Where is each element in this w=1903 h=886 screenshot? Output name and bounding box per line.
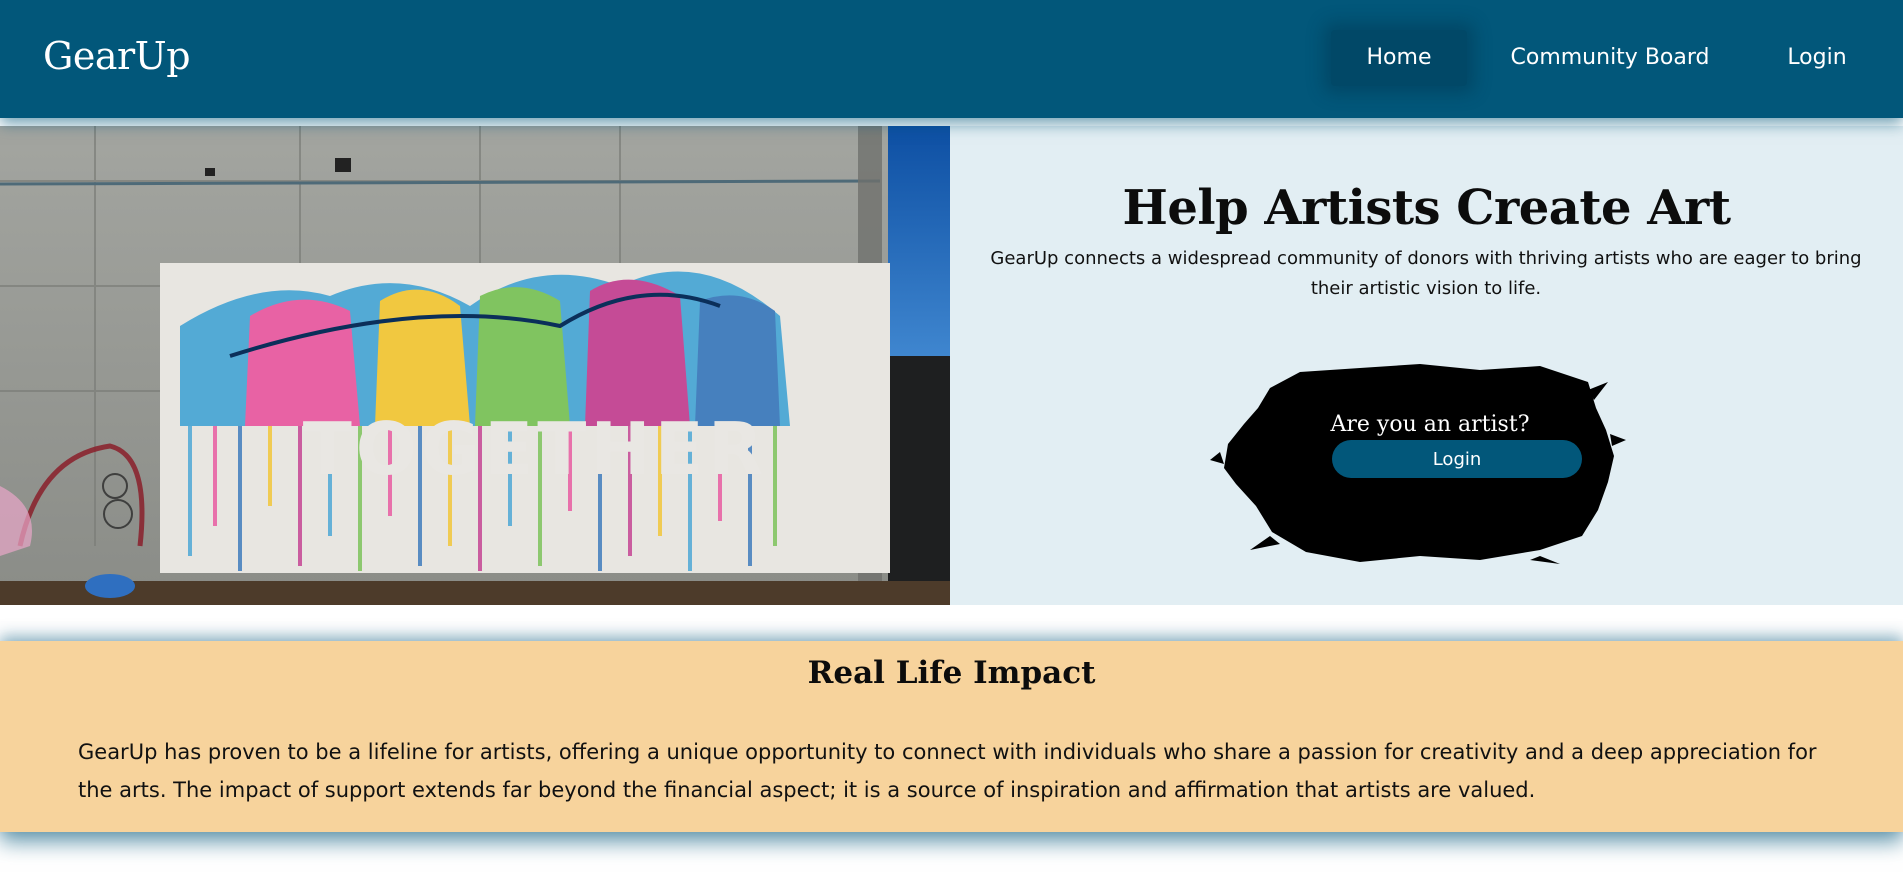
nav-home-link[interactable]: Home [1331,30,1467,86]
impact-title: Real Life Impact [807,655,1096,691]
mural-text: TOGETHER [303,407,768,491]
hero-title: Help Artists Create Art [1122,180,1731,236]
hero-description: GearUp connects a widespread community o… [990,248,1862,299]
impact-section: Real Life Impact GearUp has proven to be… [0,641,1903,832]
hero-mural-image: TOGETHER [0,126,950,605]
hero-panel: Help Artists Create Art GearUp connects … [950,126,1903,605]
artist-login-button[interactable]: Login [1332,440,1582,478]
nav-login-link[interactable]: Login [1773,30,1861,86]
artist-prompt: Are you an artist? [1330,412,1530,437]
artist-cta: Are you an artist? Login [1210,360,1650,566]
nav-community-board-link[interactable]: Community Board [1500,30,1720,86]
top-navbar: GearUp Home Community Board Login [0,0,1903,118]
impact-text: GearUp has proven to be a lifeline for a… [78,740,1817,802]
brand-logo[interactable]: GearUp [43,34,191,78]
